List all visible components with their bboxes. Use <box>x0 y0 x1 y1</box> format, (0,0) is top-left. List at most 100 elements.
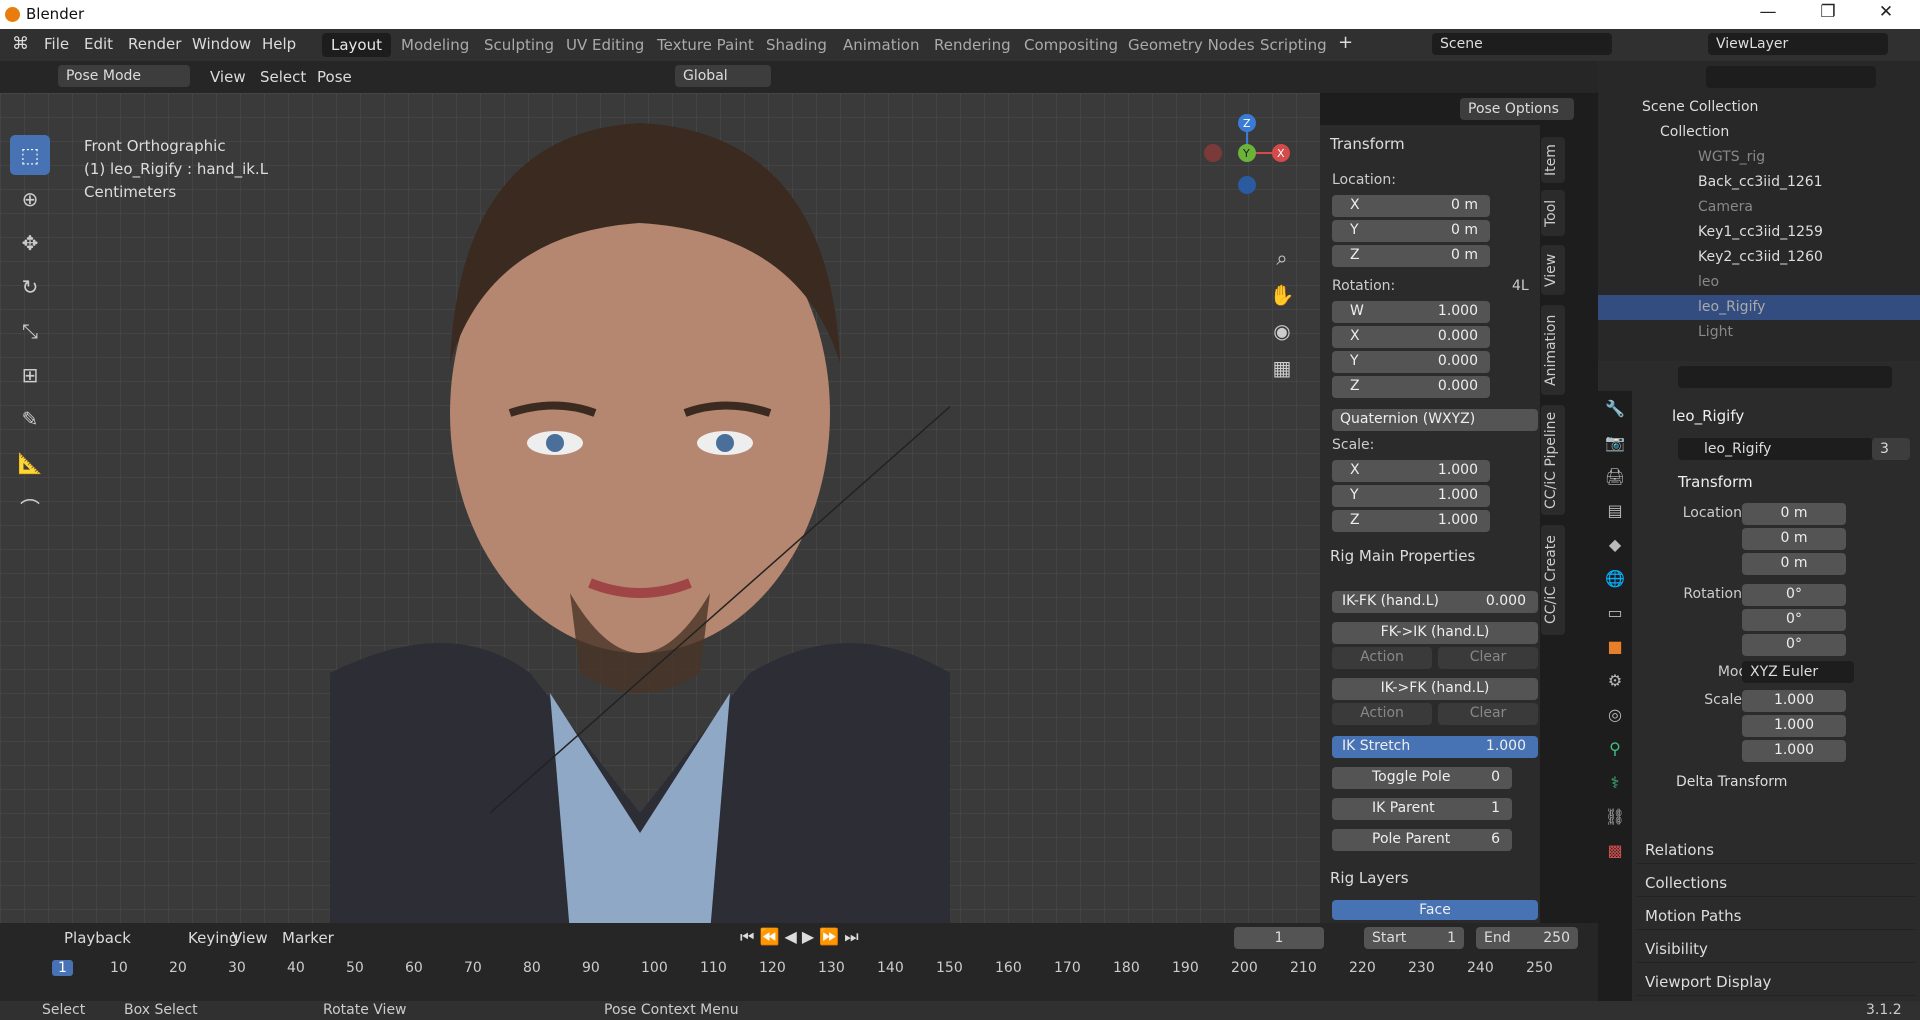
pan-hand-icon[interactable]: ✋ <box>1262 275 1302 315</box>
menu-help[interactable]: Help <box>262 35 296 53</box>
navigation-gizmo[interactable]: Z X Y <box>1195 113 1305 213</box>
texture-tab-icon[interactable]: ▩ <box>1598 833 1632 867</box>
outliner-item-selected[interactable]: leo_Rigify <box>1598 295 1920 320</box>
menu-file[interactable]: File <box>44 35 69 53</box>
ikfk-slider[interactable]: IK-FK (hand.L) 0.000 <box>1332 591 1538 613</box>
object-tab-icon[interactable]: ■ <box>1598 629 1632 663</box>
prop-scale-x[interactable]: 1.000 <box>1742 690 1846 712</box>
panel-viewport-display[interactable]: Viewport Display <box>1637 968 1915 996</box>
3d-viewport[interactable]: Front Orthographic (1) leo_Rigify : hand… <box>0 93 1320 923</box>
user-count[interactable]: 3 <box>1872 438 1910 460</box>
clear-button-2[interactable]: Clear <box>1438 703 1538 725</box>
loc-y-field[interactable]: Y0 m <box>1332 220 1490 242</box>
pose-tool-icon[interactable]: ⌒ <box>10 487 50 527</box>
close-button[interactable]: ✕ <box>1866 2 1906 26</box>
menu-pose[interactable]: Pose <box>317 68 352 86</box>
end-frame[interactable]: End 250 <box>1476 927 1578 949</box>
scale-icon[interactable]: ⤡ <box>10 311 50 351</box>
outliner-search[interactable] <box>1706 66 1876 88</box>
select-box-icon[interactable]: ⬚ <box>10 135 50 175</box>
menu-playback[interactable]: Playback <box>64 929 131 947</box>
world-tab-icon[interactable]: 🌐 <box>1598 561 1632 595</box>
tool-tab-icon[interactable]: 🔧 <box>1598 391 1632 425</box>
clear-button[interactable]: Clear <box>1438 647 1538 669</box>
menu-edit[interactable]: Edit <box>84 35 113 53</box>
view-layer-tab-icon[interactable]: ▤ <box>1598 493 1632 527</box>
tab-rendering[interactable]: Rendering <box>925 33 1020 57</box>
outliner-item[interactable]: WGTS_rig <box>1598 145 1920 170</box>
blender-menu-icon[interactable]: ⌘ <box>12 34 29 54</box>
tab-item[interactable]: Item <box>1541 137 1565 183</box>
tab-geometry-nodes[interactable]: Geometry Nodes <box>1119 33 1264 57</box>
outliner-item[interactable]: Back_cc3iid_1261 <box>1598 170 1920 195</box>
physics-tab-icon[interactable]: ◎ <box>1598 697 1632 731</box>
ik-parent-field[interactable]: IK Parent 1 <box>1332 798 1512 820</box>
output-tab-icon[interactable]: 🖨 <box>1598 459 1632 493</box>
orientation-dropdown[interactable]: Global <box>675 65 771 87</box>
menu-tl-view[interactable]: View <box>232 929 268 947</box>
prop-rot-y[interactable]: 0° <box>1742 609 1846 631</box>
playback-controls-icon[interactable]: ⏮ ⏪ ◀ ▶ ⏩ ⏭ <box>740 927 859 947</box>
scene-collection-row[interactable]: Scene Collection <box>1598 95 1920 120</box>
render-tab-icon[interactable]: 📷 <box>1598 425 1632 459</box>
transform-icon[interactable]: ⊞ <box>10 355 50 395</box>
tab-view[interactable]: View <box>1541 245 1565 295</box>
rotate-icon[interactable]: ↻ <box>10 267 50 307</box>
tab-tool[interactable]: Tool <box>1541 190 1565 236</box>
scene-selector[interactable]: Scene <box>1432 33 1612 55</box>
rotation-mode-select[interactable]: XYZ Euler <box>1742 661 1854 683</box>
panel-relations[interactable]: Relations <box>1637 836 1915 864</box>
tab-texture-paint[interactable]: Texture Paint <box>648 33 763 57</box>
rot-w-field[interactable]: W 1.000 <box>1332 301 1490 323</box>
minimize-button[interactable]: — <box>1748 2 1788 26</box>
prop-scale-y[interactable]: 1.000 <box>1742 715 1846 737</box>
delta-transform[interactable]: Delta Transform <box>1676 774 1787 790</box>
camera-view-icon[interactable]: ◉ <box>1262 311 1302 351</box>
add-workspace-icon[interactable]: + <box>1338 32 1353 53</box>
transform-header[interactable]: Transform <box>1320 129 1540 159</box>
rot-x-field[interactable]: X 0.000 <box>1332 326 1490 348</box>
zoom-icon[interactable]: ⌕ <box>1262 238 1302 278</box>
tab-layout[interactable]: Layout <box>322 33 391 57</box>
start-frame[interactable]: Start 1 <box>1364 927 1464 949</box>
ik-stretch-slider[interactable]: IK Stretch 1.000 <box>1332 736 1538 758</box>
rot-y-field[interactable]: Y 0.000 <box>1332 351 1490 373</box>
pole-parent-field[interactable]: Pole Parent 6 <box>1332 829 1512 851</box>
properties-search[interactable] <box>1678 366 1892 388</box>
panel-visibility[interactable]: Visibility <box>1637 935 1915 963</box>
menu-render[interactable]: Render <box>128 35 181 53</box>
menu-view[interactable]: View <box>210 68 246 86</box>
tab-modeling[interactable]: Modeling <box>392 33 478 57</box>
modifier-tab-icon[interactable]: ⚙ <box>1598 663 1632 697</box>
prop-loc-z[interactable]: 0 m <box>1742 553 1846 575</box>
menu-marker[interactable]: Marker <box>282 929 334 947</box>
toggle-pole-field[interactable]: Toggle Pole 0 <box>1332 767 1512 789</box>
tab-animation-side[interactable]: Animation <box>1541 305 1565 395</box>
menu-select[interactable]: Select <box>260 68 306 86</box>
face-layer-button[interactable]: Face <box>1332 900 1538 920</box>
loc-z-field[interactable]: Z0 m <box>1332 245 1490 267</box>
menu-window[interactable]: Window <box>192 35 251 53</box>
prop-loc-y[interactable]: 0 m <box>1742 528 1846 550</box>
panel-collections[interactable]: Collections <box>1637 869 1915 897</box>
rotation-mode-dropdown[interactable]: Quaternion (WXYZ) <box>1332 409 1538 431</box>
tab-cc-create[interactable]: CC/iC Create <box>1541 525 1565 635</box>
tab-cc-pipeline[interactable]: CC/iC Pipeline <box>1541 405 1565 515</box>
outliner-item[interactable]: Light <box>1598 320 1920 345</box>
mode-dropdown[interactable]: Pose Mode <box>58 65 190 87</box>
maximize-button[interactable]: ❐ <box>1808 2 1848 26</box>
prop-rot-x[interactable]: 0° <box>1742 584 1846 606</box>
panel-motion-paths[interactable]: Motion Paths <box>1637 902 1915 930</box>
cursor-icon[interactable]: ⊕ <box>10 179 50 219</box>
outliner-item[interactable]: Key1_cc3iid_1259 <box>1598 220 1920 245</box>
measure-icon[interactable]: 📐 <box>10 443 50 483</box>
tab-sculpting[interactable]: Sculpting <box>475 33 563 57</box>
scale-y-field[interactable]: Y 1.000 <box>1332 485 1490 507</box>
annotate-icon[interactable]: ✎ <box>10 399 50 439</box>
collection-tab-icon[interactable]: ▭ <box>1598 595 1632 629</box>
menu-keying[interactable]: Keying <box>188 929 238 947</box>
prop-scale-z[interactable]: 1.000 <box>1742 740 1846 762</box>
ortho-grid-icon[interactable]: ▦ <box>1262 348 1302 388</box>
collection-row[interactable]: Collection <box>1598 120 1920 145</box>
outliner-item[interactable]: Key2_cc3iid_1260 <box>1598 245 1920 270</box>
